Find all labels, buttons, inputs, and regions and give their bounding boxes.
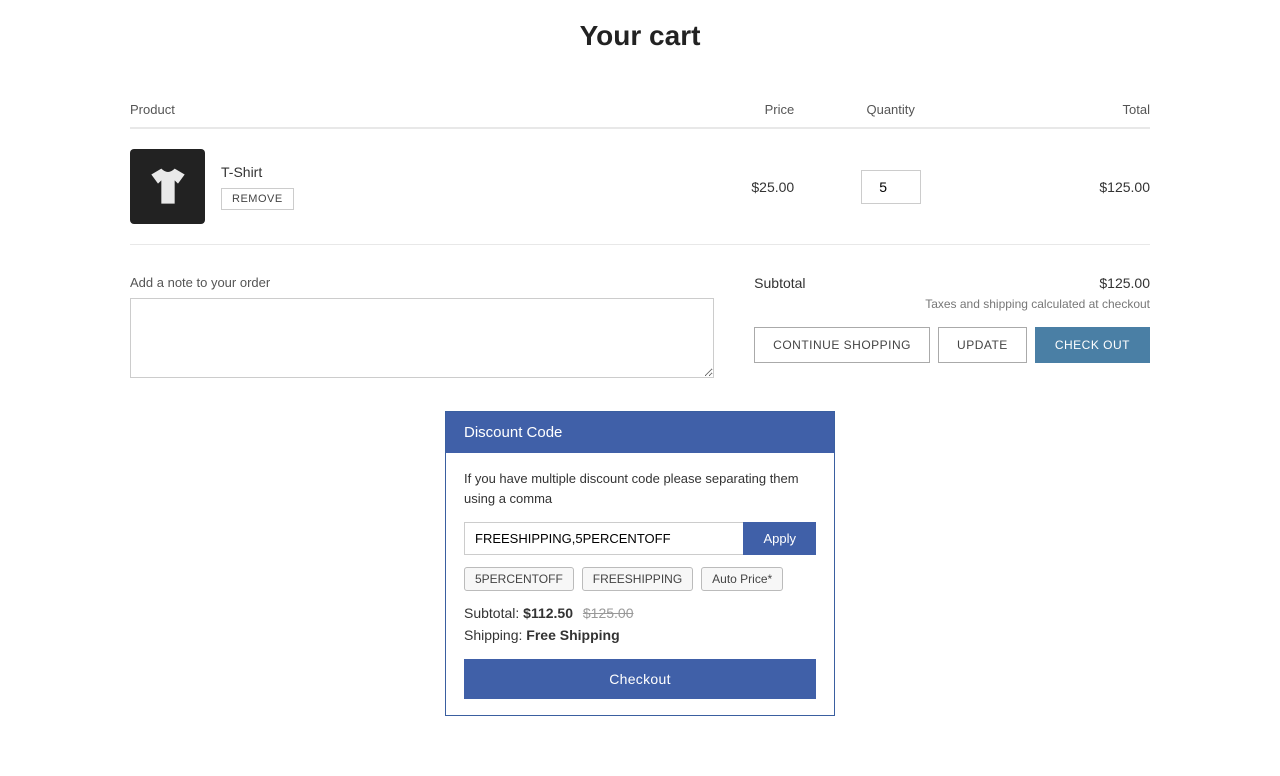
discount-header: Discount Code [446,412,834,453]
discount-input-row: Apply [464,522,816,555]
table-row: T-Shirt REMOVE $25.00 $125.00 [130,128,1150,245]
col-header-total: Total [987,92,1150,128]
continue-shopping-button[interactable]: CONTINUE SHOPPING [754,327,930,363]
order-note-textarea[interactable] [130,298,714,378]
discount-code-input[interactable] [464,522,743,555]
product-name: T-Shirt [221,164,294,180]
discount-tag: Auto Price* [701,567,783,591]
discount-subtotal: Subtotal: $112.50 $125.00 [464,605,816,621]
discount-subtotal-original: $125.00 [583,605,634,621]
product-cell: T-Shirt REMOVE [130,149,656,224]
subtotal-row: Subtotal $125.00 [754,275,1150,291]
item-quantity-cell [794,128,987,245]
discount-subtotal-label: Subtotal: [464,605,519,621]
page-title: Your cart [130,20,1150,52]
discount-tag: 5PERCENTOFF [464,567,574,591]
discount-panel: Discount Code If you have multiple disco… [445,411,835,716]
col-header-quantity: Quantity [794,92,987,128]
tshirt-icon [143,162,193,212]
checkout-button[interactable]: CHECK OUT [1035,327,1150,363]
discount-shipping-label: Shipping: [464,627,522,643]
cart-table: Product Price Quantity Total T-S [130,92,1150,245]
col-header-price: Price [656,92,794,128]
update-button[interactable]: UPDATE [938,327,1027,363]
discount-shipping: Shipping: Free Shipping [464,627,816,643]
summary-section: Subtotal $125.00 Taxes and shipping calc… [754,275,1150,363]
subtotal-value: $125.00 [1099,275,1150,291]
bottom-section: Add a note to your order Subtotal $125.0… [130,275,1150,381]
discount-checkout-button[interactable]: Checkout [464,659,816,699]
subtotal-label: Subtotal [754,275,805,291]
item-total: $125.00 [987,128,1150,245]
apply-discount-button[interactable]: Apply [743,522,816,555]
product-info: T-Shirt REMOVE [221,164,294,210]
discount-subtotal-new: $112.50 [523,605,573,621]
discount-instructions: If you have multiple discount code pleas… [464,469,816,508]
item-price: $25.00 [656,128,794,245]
discount-shipping-value: Free Shipping [526,627,619,643]
tax-note: Taxes and shipping calculated at checkou… [754,297,1150,311]
remove-button[interactable]: REMOVE [221,188,294,210]
quantity-input[interactable] [861,170,921,204]
note-label: Add a note to your order [130,275,714,290]
discount-tag: FREESHIPPING [582,567,693,591]
discount-body: If you have multiple discount code pleas… [446,453,834,715]
discount-tags: 5PERCENTOFF FREESHIPPING Auto Price* [464,567,816,591]
note-section: Add a note to your order [130,275,714,381]
product-image [130,149,205,224]
col-header-product: Product [130,92,656,128]
action-buttons: CONTINUE SHOPPING UPDATE CHECK OUT [754,327,1150,363]
